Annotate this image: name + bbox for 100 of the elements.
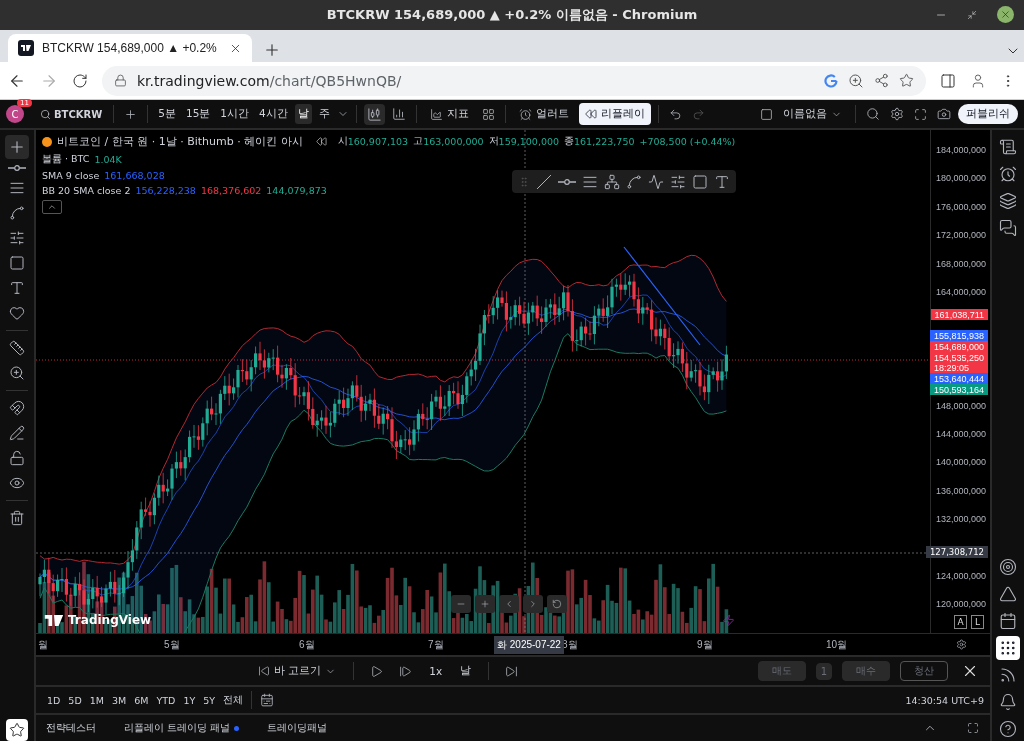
star-button[interactable] <box>6 719 28 741</box>
price-tick: 148,000,000 <box>935 400 986 411</box>
projection-icon <box>9 230 25 246</box>
replay-button[interactable]: 리플레이 <box>578 103 651 125</box>
interval-button[interactable]: 5분 <box>155 104 179 124</box>
interval-button[interactable]: 날 <box>456 662 476 680</box>
interval-button[interactable]: 주 <box>315 104 333 124</box>
panel-tab[interactable]: 트레이딩패널 <box>265 719 330 737</box>
zoom-in-icon <box>9 365 25 381</box>
network-icon <box>604 173 620 190</box>
side-panel-icon <box>940 72 956 89</box>
alert-button[interactable]: 얼러트 <box>512 103 575 125</box>
interval-button[interactable]: 4시간 <box>256 104 291 124</box>
redo-icon <box>691 107 705 121</box>
volume-value: 1.04K <box>94 154 122 165</box>
chevron-right-icon <box>528 599 538 609</box>
speed-button[interactable]: 1x <box>425 663 447 679</box>
reset-button[interactable] <box>547 595 567 613</box>
collapse-button[interactable] <box>42 200 62 214</box>
range-button[interactable]: 5Y <box>200 692 219 708</box>
indicators-button[interactable]: 지표 <box>423 103 475 125</box>
time-label: 월 <box>38 638 48 652</box>
share-icon <box>874 73 889 88</box>
publish-button[interactable]: 퍼블리쉬 <box>958 104 1018 124</box>
panel-tab[interactable]: 리플레이 트레이딩 패널 <box>122 719 242 737</box>
grid-dots-icon <box>999 639 1017 657</box>
magnet-icon <box>9 400 25 416</box>
price-label: 154,689,000 <box>929 341 988 352</box>
range-button[interactable]: 1M <box>86 692 107 708</box>
price-tick: 124,000,000 <box>935 571 986 581</box>
rectangle-icon <box>9 255 25 271</box>
range-button[interactable]: 전체 <box>220 691 247 709</box>
close-icon <box>1000 9 1011 20</box>
pencil-lock-icon <box>9 425 25 441</box>
select-bar-button[interactable]: 바 고르기 <box>254 662 341 680</box>
range-button[interactable]: 1Y <box>180 692 199 708</box>
skip-forward-icon <box>505 664 519 678</box>
ohlc-label: 고 <box>413 135 424 148</box>
candles-icon <box>366 106 382 122</box>
tradingview-logo-text: TradingView <box>68 613 152 627</box>
interval-button[interactable]: 1시간 <box>217 104 252 124</box>
chevron-up-icon <box>47 202 57 212</box>
layout-name-button[interactable]: 이름없음 <box>777 103 848 125</box>
indicator-value: 144,079,873 <box>266 185 327 196</box>
reload-icon <box>72 72 88 89</box>
panel-tab[interactable]: 전략테스터 <box>44 719 98 737</box>
time-label: 9월 <box>697 638 713 652</box>
close-button[interactable] <box>997 6 1014 23</box>
templates-icon <box>481 107 495 121</box>
help-icon <box>999 720 1017 738</box>
settings-icon <box>956 639 967 650</box>
horizontal-line-button[interactable] <box>5 162 29 174</box>
pattern-icon <box>9 205 25 221</box>
chevron-left-icon <box>504 599 514 609</box>
range-button[interactable]: 3M <box>108 692 130 708</box>
search-icon <box>40 108 51 120</box>
restore-icon <box>967 9 977 20</box>
window-title: BTCKRW 154,689,000 ▲ +0.2% 이름없음 - Chromium <box>326 6 698 24</box>
rectangle-icon <box>692 173 708 190</box>
interval-button[interactable]: 날 <box>294 104 312 124</box>
bitcoin-icon <box>42 136 52 147</box>
heart-icon <box>9 305 25 321</box>
symbol-search-button[interactable]: BTCKRW <box>36 106 107 122</box>
price-change: +708,500 (+0.44%) <box>639 136 736 147</box>
alarm-clock-icon <box>999 165 1017 183</box>
range-button[interactable]: YTD <box>153 692 179 708</box>
lightning-icon <box>722 614 735 627</box>
candles-button[interactable] <box>363 103 385 125</box>
range-button[interactable]: 1D <box>44 692 64 708</box>
text-icon <box>9 280 25 296</box>
browser-tab[interactable]: BTCKRW 154,689,000 ▲ +0.2% <box>8 34 252 62</box>
layers-icon <box>999 192 1017 210</box>
price-tick: 136,000,000 <box>935 485 986 496</box>
maximize-icon <box>967 722 979 734</box>
step-forward-icon <box>399 664 413 678</box>
ohlc-label: 시 <box>337 135 348 148</box>
layout-icon <box>760 107 773 121</box>
time-label: 7월 <box>428 638 444 652</box>
range-button[interactable]: 5D <box>65 692 85 708</box>
ohlc-value: 163,000,000 <box>423 136 484 147</box>
trend-line[interactable] <box>623 246 701 346</box>
address-field[interactable]: kr.tradingview.com/chart/QB5HwnQB/ <box>102 65 926 96</box>
price-label: 153,640,444 <box>929 373 988 384</box>
range-button[interactable]: 6M <box>131 692 152 708</box>
crosshair-button[interactable] <box>5 135 29 159</box>
quick-search-icon <box>866 107 880 121</box>
grid-dots-button[interactable] <box>996 636 1020 660</box>
price-label: 161,038,711 <box>930 309 988 320</box>
trend-line-icon <box>536 173 552 190</box>
price-tick: 144,000,000 <box>935 429 986 439</box>
indicators-icon <box>429 107 443 121</box>
bell-icon <box>999 693 1017 711</box>
fullscreen-icon <box>914 107 927 121</box>
text-icon <box>714 173 730 190</box>
user-avatar[interactable]: C <box>6 105 24 123</box>
indicator-value: 156,228,238 <box>135 185 196 196</box>
scale-button[interactable]: L <box>971 615 984 629</box>
interval-button[interactable]: 15분 <box>182 104 214 124</box>
scale-button[interactable]: A <box>954 615 967 629</box>
trade-button[interactable]: 청산 <box>900 661 948 681</box>
